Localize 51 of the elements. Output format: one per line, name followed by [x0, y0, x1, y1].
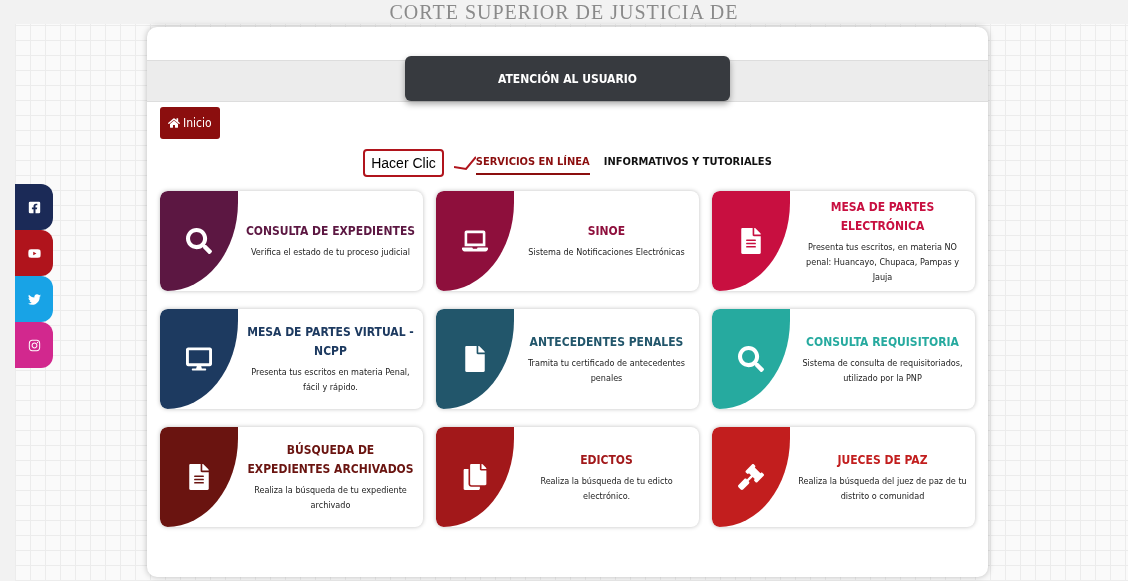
background-title: CORTE SUPERIOR DE JUSTICIA DE [389, 0, 739, 24]
service-card[interactable]: SINOE Sistema de Notificaciones Electrónicas [436, 191, 699, 291]
home-button[interactable]: Inicio [160, 107, 220, 139]
card-description: Realiza la búsqueda de tu edicto electrónico. [539, 474, 674, 503]
card-title: CONSULTA REQUISITORIA [806, 333, 959, 351]
card-title: EDICTOS [580, 451, 633, 469]
copy-icon [462, 464, 488, 490]
card-title: MESA DE PARTES VIRTUAL - NCPP [246, 324, 415, 360]
service-card[interactable]: MESA DE PARTES ELECTRÓNICA Presenta tus escritos, en materia NO penal: Huancayo, Chupaca, Pampas y Jauja [712, 191, 975, 291]
service-card[interactable]: CONSULTA DE EXPEDIENTES Verifica el estado de tu proceso judicial [160, 191, 423, 291]
card-title: SINOE [587, 223, 626, 240]
document-icon [738, 228, 764, 254]
file-icon [462, 346, 488, 372]
card-title: JUECES DE PAZ [837, 451, 928, 469]
card-title: CONSULTA DE EXPEDIENTES [245, 223, 416, 240]
service-card[interactable]: ANTECEDENTES PENALES Tramita tu certificado de antecedentes penales [436, 309, 699, 409]
tab[interactable]: INFORMATIVOS Y TUTORIALES [603, 151, 772, 175]
search-icon [738, 346, 764, 372]
tab[interactable]: SERVICIOS EN LÍNEA [475, 151, 590, 175]
monitor-icon [186, 346, 212, 372]
youtube-icon [27, 246, 41, 260]
card-title: MESA DE PARTES ELECTRÓNICA [829, 198, 936, 235]
facebook-icon [27, 200, 41, 214]
card-title: BÚSQUEDA DE EXPEDIENTES ARCHIVADOS [246, 441, 415, 478]
callout-label: Hacer Clic [363, 149, 444, 177]
card-description: Tramita tu certificado de antecedentes penales [527, 356, 686, 385]
card-description: Realiza la búsqueda de tu expediente archivado [253, 484, 408, 512]
card-title: ANTECEDENTES PENALES [529, 333, 684, 351]
facebook-button[interactable] [15, 184, 53, 230]
instagram-icon [27, 338, 41, 352]
callout-pointer-icon [453, 155, 476, 171]
search-icon [186, 228, 212, 254]
card-description: Sistema de Notificaciones Electrónicas [528, 246, 685, 259]
card-description: Realiza la búsqueda del juez de paz de tu distrito o comunidad [797, 474, 968, 503]
card-description: Verifica el estado de tu proceso judicial [251, 246, 410, 259]
instagram-button[interactable] [15, 322, 53, 368]
card-description: Presenta tus escritos en materia Penal, fácil y rápido. [250, 366, 411, 394]
gavel-icon [738, 464, 764, 490]
youtube-button[interactable] [15, 230, 53, 276]
laptop-icon [462, 228, 488, 254]
header-title: ATENCIÓN AL USUARIO [405, 56, 730, 101]
twitter-icon [27, 292, 41, 306]
service-card[interactable]: MESA DE PARTES VIRTUAL - NCPP Presenta tus escritos en materia Penal, fácil y rápido. [160, 309, 423, 409]
service-card[interactable]: CONSULTA REQUISITORIA Sistema de consulta de requisitoriados, utilizado por la PNP [712, 309, 975, 409]
document-icon [186, 464, 212, 490]
home-icon [168, 117, 180, 129]
card-description: Sistema de consulta de requisitoriados, utilizado por la PNP [801, 356, 964, 385]
card-description: Presenta tus escritos, en materia NO penal: Huancayo, Chupaca, Pampas y Jauja [805, 240, 960, 284]
service-card[interactable]: EDICTOS Realiza la búsqueda de tu edicto electrónico. [436, 427, 699, 527]
service-card[interactable]: BÚSQUEDA DE EXPEDIENTES ARCHIVADOS Realiza la búsqueda de tu expediente archivado [160, 427, 423, 527]
service-card[interactable]: JUECES DE PAZ Realiza la búsqueda del juez de paz de tu distrito o comunidad [712, 427, 975, 527]
